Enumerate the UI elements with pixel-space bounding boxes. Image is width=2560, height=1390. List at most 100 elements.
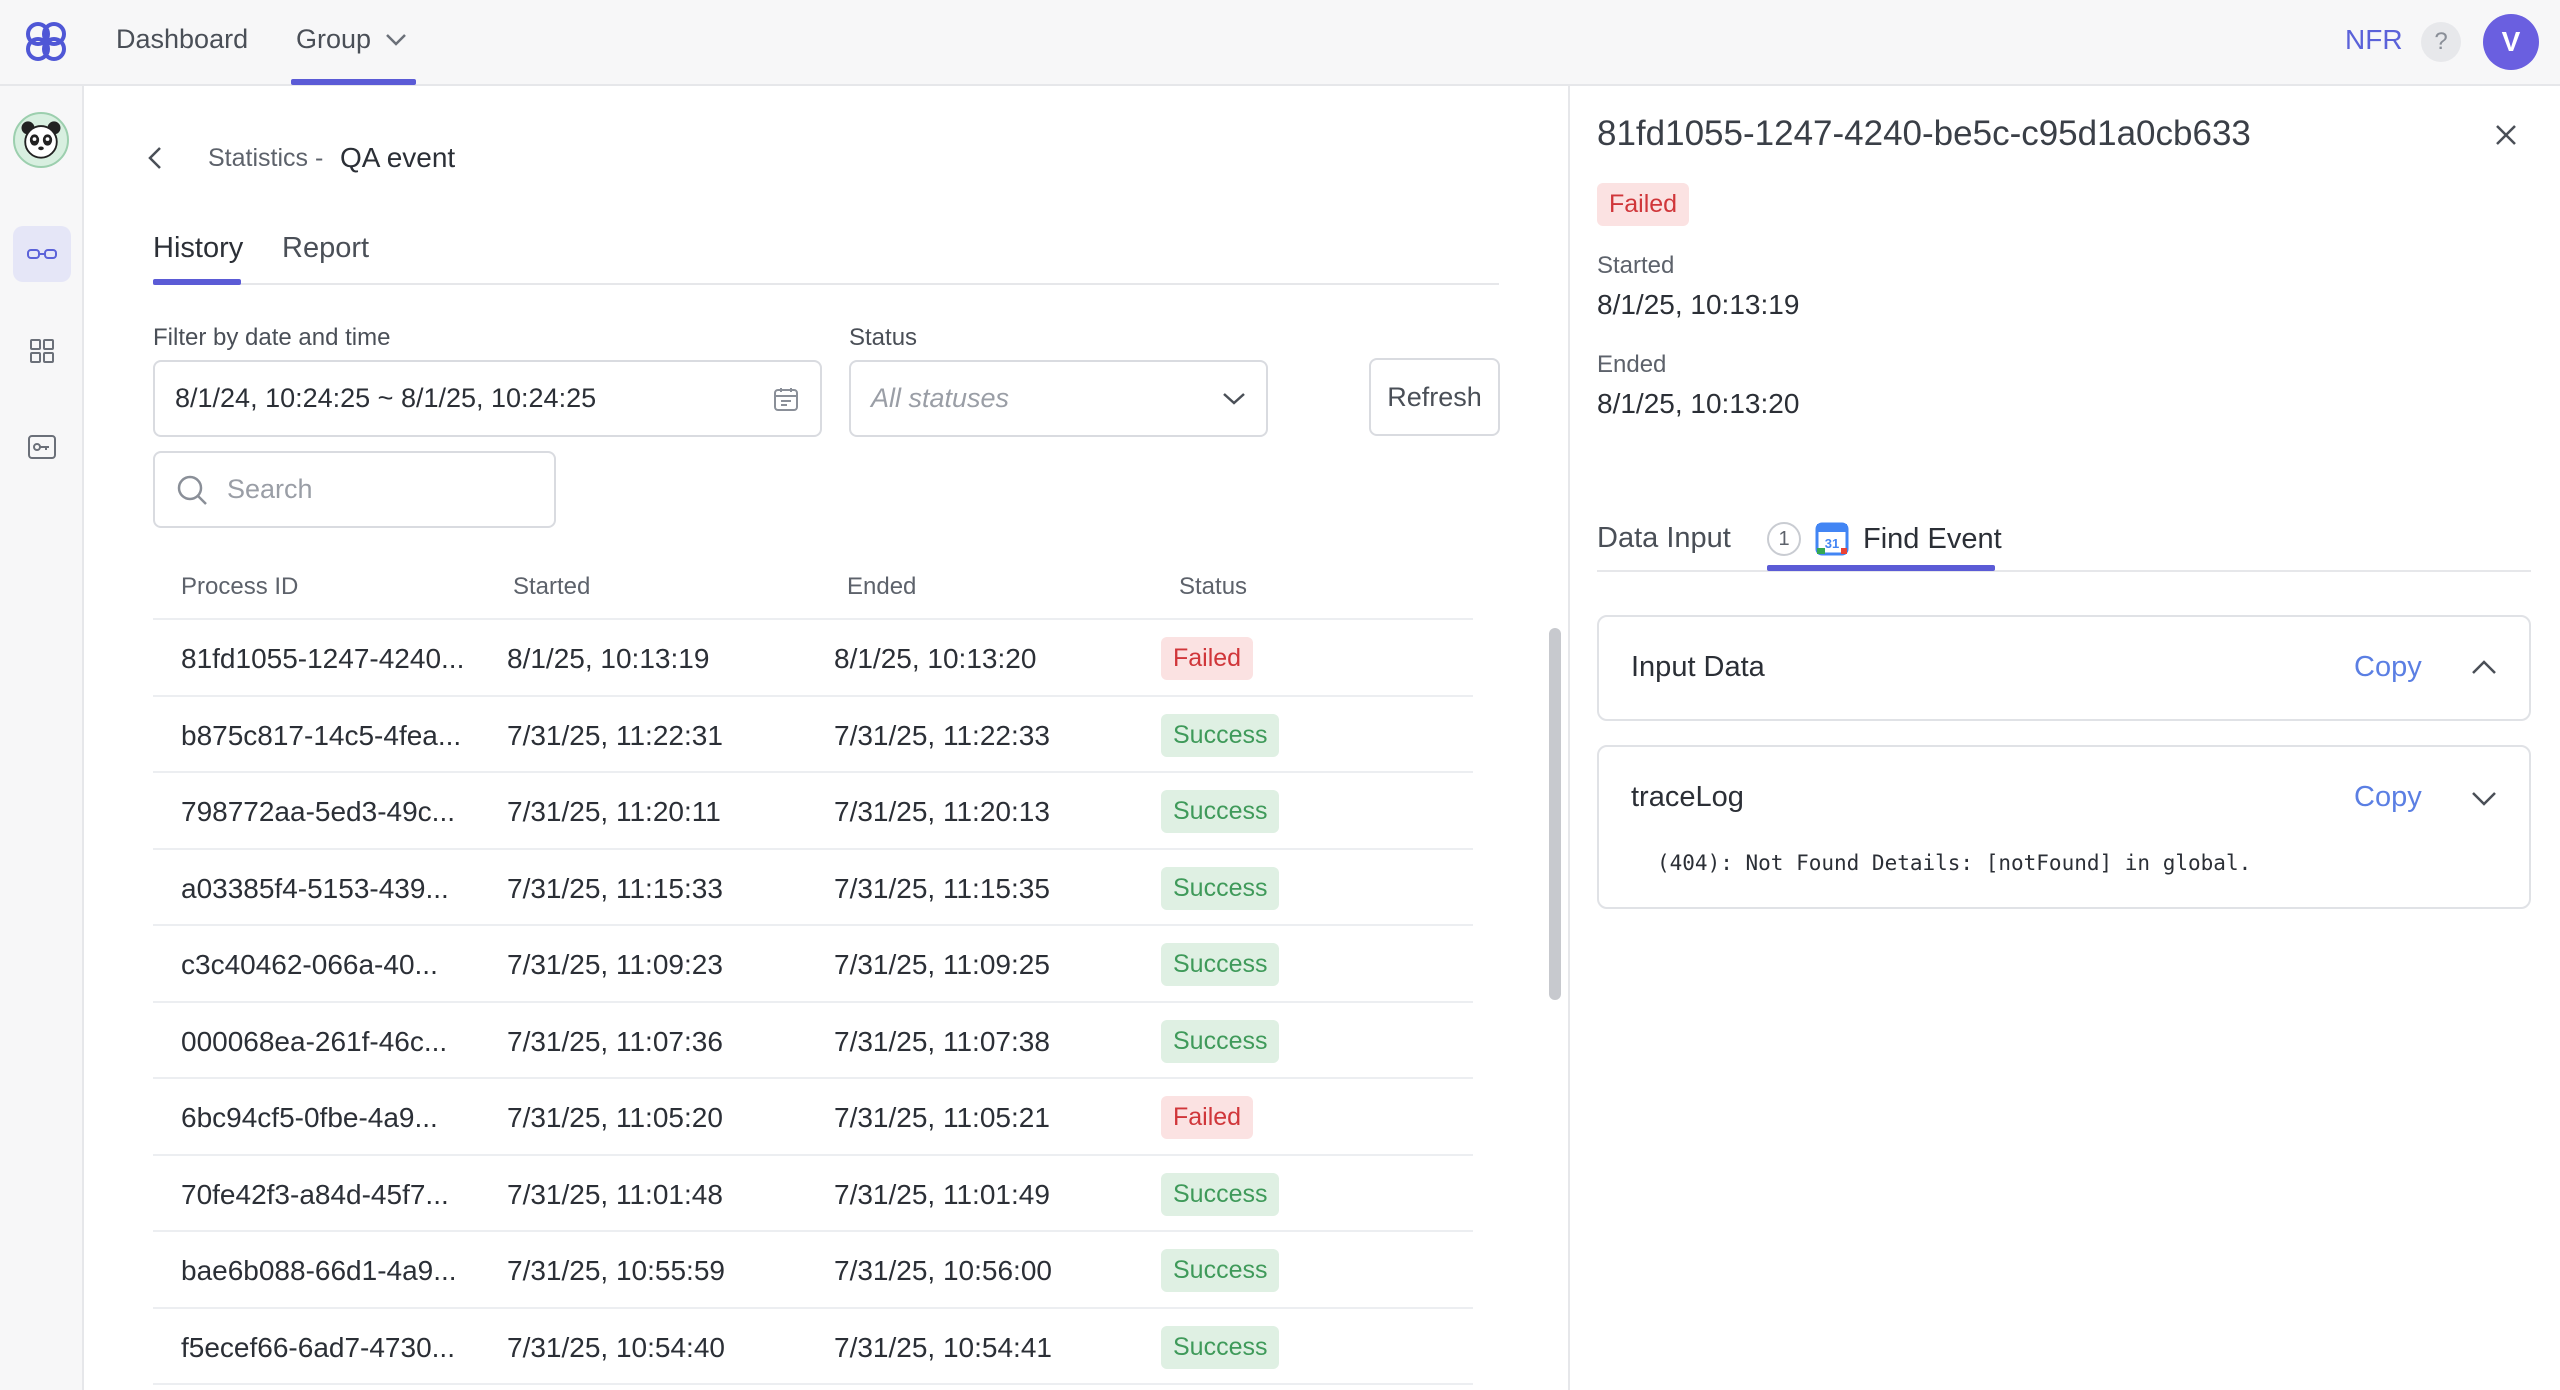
process-id-cell: 6bc94cf5-0fbe-4a9... xyxy=(181,1102,438,1133)
status-badge: Success xyxy=(1161,790,1280,833)
app-logo-icon[interactable] xyxy=(18,18,78,66)
tracelog-copy-button[interactable]: Copy xyxy=(2354,781,2422,814)
status-cell: Success xyxy=(1161,943,1280,986)
table-row[interactable]: 798772aa-5ed3-49c... 7/31/25, 11:20:11 7/3… xyxy=(153,773,1473,850)
step-number: 1 xyxy=(1767,522,1801,556)
header-process-id[interactable]: Process ID xyxy=(181,573,298,601)
ended-cell: 7/31/25, 11:05:21 xyxy=(834,1102,1050,1133)
table-row[interactable]: c3c40462-066a-40... 7/31/25, 11:09:23 7/31… xyxy=(153,926,1473,1003)
close-icon[interactable] xyxy=(2488,117,2524,153)
detail-ended-label: Ended xyxy=(1597,351,1667,378)
table-row[interactable]: b875c817-14c5-4fea... 7/31/25, 11:22:31 7/… xyxy=(153,697,1473,773)
status-cell: Failed xyxy=(1161,1096,1254,1139)
started-cell: 7/31/25, 11:15:33 xyxy=(507,872,723,904)
table-row[interactable]: f5ecef66-6ad7-4730... 7/31/25, 10:54:40 7/… xyxy=(153,1309,1473,1385)
status-badge: Success xyxy=(1161,1172,1280,1216)
started-cell: 7/31/25, 11:22:31 xyxy=(507,719,723,751)
input-data-card: Input Data Copy xyxy=(1597,615,2531,721)
refresh-button[interactable]: Refresh xyxy=(1369,358,1500,436)
rail-apps-button[interactable] xyxy=(13,323,71,379)
status-select-placeholder: All statuses xyxy=(871,383,1010,413)
breadcrumb-parent[interactable]: Statistics - xyxy=(208,144,323,173)
ended-cell: 7/31/25, 11:22:33 xyxy=(834,719,1050,751)
table-row[interactable]: a03385f4-5153-439... 7/31/25, 11:15:33 7/3… xyxy=(153,850,1473,926)
date-range-input[interactable]: 8/1/24, 10:24:25 ~ 8/1/25, 10:24:25 xyxy=(153,360,822,437)
status-cell: Success xyxy=(1161,1172,1280,1216)
date-range-value: 8/1/24, 10:24:25 ~ 8/1/25, 10:24:25 xyxy=(175,383,597,413)
table-row[interactable]: bae6b088-66d1-4a9... 7/31/25, 10:55:59 7/3… xyxy=(153,1232,1473,1309)
status-badge: Failed xyxy=(1161,1096,1254,1139)
chevron-down-icon xyxy=(1223,392,1245,405)
detail-status-badge: Failed xyxy=(1597,183,1690,226)
user-avatar[interactable]: V xyxy=(2483,14,2539,70)
header-status[interactable]: Status xyxy=(1179,573,1247,601)
tab-report[interactable]: Report xyxy=(282,232,369,265)
process-id-cell: 70fe42f3-a84d-45f7... xyxy=(181,1178,449,1210)
nav-group-label: Group xyxy=(296,24,372,54)
ended-cell: 7/31/25, 11:07:38 xyxy=(834,1025,1050,1057)
table-scrollbar-thumb[interactable] xyxy=(1549,628,1561,1000)
process-id-cell: 798772aa-5ed3-49c... xyxy=(181,796,455,827)
tab-history[interactable]: History xyxy=(153,232,243,265)
started-cell: 7/31/25, 10:55:59 xyxy=(507,1255,725,1286)
tracelog-title[interactable]: traceLog xyxy=(1631,781,1744,814)
table-row[interactable]: 000068ea-261f-46c... 7/31/25, 11:07:36 7/3… xyxy=(153,1003,1473,1079)
chevron-down-icon[interactable] xyxy=(2469,783,2499,813)
process-id-cell: b875c817-14c5-4fea... xyxy=(181,719,462,751)
tabs-divider xyxy=(153,283,1499,285)
rail-keys-button[interactable] xyxy=(13,419,71,475)
find-event-label: Find Event xyxy=(1863,522,2002,555)
back-arrow-icon[interactable] xyxy=(140,140,170,176)
panel-tab-active-indicator xyxy=(1767,565,1995,571)
nav-dashboard[interactable]: Dashboard xyxy=(116,24,248,55)
input-data-title[interactable]: Input Data xyxy=(1631,651,1765,684)
started-cell: 7/31/25, 10:54:40 xyxy=(507,1331,725,1363)
started-cell: 7/31/25, 11:09:23 xyxy=(507,949,723,980)
panda-icon xyxy=(21,121,61,159)
search-icon xyxy=(177,475,207,505)
detail-panel xyxy=(1568,86,2560,1390)
status-cell: Failed xyxy=(1161,637,1254,680)
process-id-cell: bae6b088-66d1-4a9... xyxy=(181,1255,457,1286)
started-cell: 8/1/25, 10:13:19 xyxy=(507,643,710,674)
status-badge: Failed xyxy=(1161,637,1254,680)
process-id-cell: f5ecef66-6ad7-4730... xyxy=(181,1331,455,1363)
ended-cell: 8/1/25, 10:13:20 xyxy=(834,643,1037,674)
panel-tabs-divider xyxy=(1597,570,2531,572)
date-filter-label: Filter by date and time xyxy=(153,324,391,351)
ended-cell: 7/31/25, 11:09:25 xyxy=(834,949,1050,980)
status-badge: Success xyxy=(1161,866,1280,910)
process-id-cell: a03385f4-5153-439... xyxy=(181,872,449,904)
help-icon[interactable]: ? xyxy=(2421,22,2461,62)
detail-started-label: Started xyxy=(1597,252,1675,279)
header-ended[interactable]: Ended xyxy=(847,573,916,601)
status-cell: Success xyxy=(1161,1019,1280,1063)
top-bar: Dashboard Group NFR ? V xyxy=(0,0,2560,86)
google-calendar-icon: 31 xyxy=(1815,522,1849,556)
ended-cell: 7/31/25, 11:01:49 xyxy=(834,1178,1050,1210)
input-data-copy-button[interactable]: Copy xyxy=(2354,651,2422,684)
tab-data-input[interactable]: Data Input xyxy=(1597,522,1731,555)
process-id-cell: 000068ea-261f-46c... xyxy=(181,1025,448,1057)
detail-title: 81fd1055-1247-4240-be5c-c95d1a0cb633 xyxy=(1597,114,2251,153)
page-title: QA event xyxy=(340,142,456,173)
search-input[interactable]: Search xyxy=(153,451,556,528)
chevron-up-icon[interactable] xyxy=(2469,653,2499,683)
ended-cell: 7/31/25, 10:54:41 xyxy=(834,1331,1052,1363)
tab-find-event[interactable]: 1 31 Find Event xyxy=(1767,522,2002,556)
process-id-cell: c3c40462-066a-40... xyxy=(181,949,438,980)
nav-group[interactable]: Group xyxy=(296,24,407,55)
status-select[interactable]: All statuses xyxy=(849,360,1268,437)
table-row[interactable]: 70fe42f3-a84d-45f7... 7/31/25, 11:01:48 7/… xyxy=(153,1156,1473,1232)
svg-text:31: 31 xyxy=(1825,536,1839,551)
rail-monitor-button[interactable] xyxy=(13,226,71,282)
table-row[interactable]: 6bc94cf5-0fbe-4a9... 7/31/25, 11:05:20 7/3… xyxy=(153,1079,1473,1156)
detail-started-value: 8/1/25, 10:13:19 xyxy=(1597,289,1800,320)
status-badge: Success xyxy=(1161,713,1280,757)
header-started[interactable]: Started xyxy=(513,573,590,601)
status-filter-label: Status xyxy=(849,324,918,351)
status-cell: Success xyxy=(1161,866,1280,910)
org-switcher[interactable]: NFR xyxy=(2345,24,2403,56)
table-row[interactable]: 81fd1055-1247-4240... 8/1/25, 10:13:19 8/1… xyxy=(153,620,1473,697)
workspace-avatar[interactable] xyxy=(13,112,69,168)
